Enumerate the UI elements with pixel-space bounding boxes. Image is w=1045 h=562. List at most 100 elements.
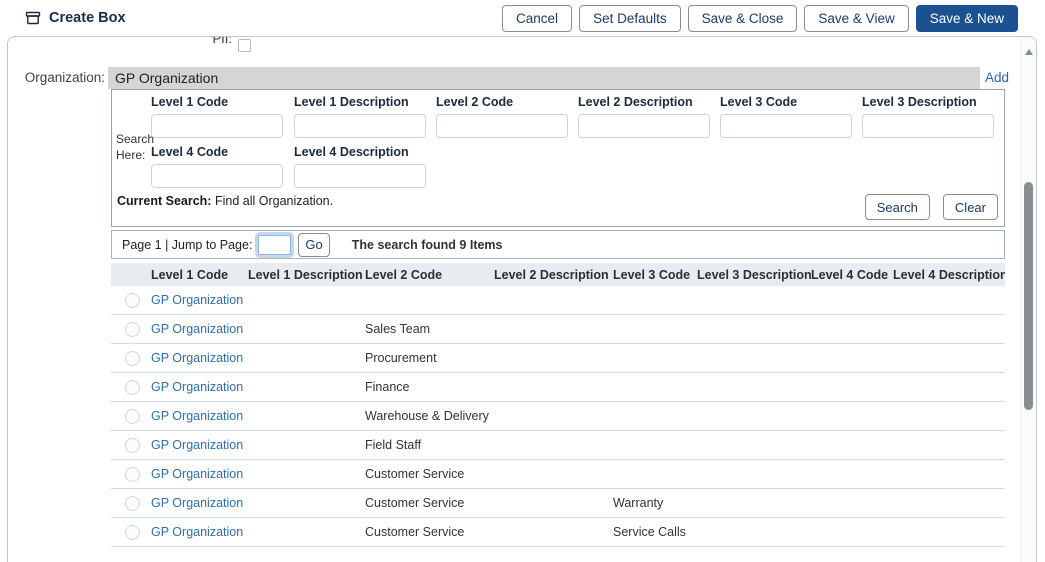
save-and-view-button[interactable]: Save & View <box>804 5 908 32</box>
jump-to-page-input[interactable] <box>258 235 291 255</box>
level1-code-link[interactable]: GP Organization <box>151 380 243 394</box>
search-actions: Search Clear <box>865 194 998 220</box>
table-row: GP Organization Warehouse & Delivery <box>111 402 1005 431</box>
field-level-2-code: Level 2 Code <box>436 95 572 138</box>
cell-level2-code: Field Staff <box>365 438 494 452</box>
field-level-2-description: Level 2 Description <box>578 95 714 138</box>
level-4-code-label: Level 4 Code <box>151 145 287 159</box>
add-link[interactable]: Add <box>985 70 1009 85</box>
row-select-radio[interactable] <box>125 525 140 540</box>
row-select-radio[interactable] <box>125 351 140 366</box>
table-row: GP Organization Customer Service Service… <box>111 518 1005 547</box>
level-3-code-label: Level 3 Code <box>720 95 856 109</box>
header-level-2-code: Level 2 Code <box>365 268 494 282</box>
set-defaults-button[interactable]: Set Defaults <box>579 5 681 32</box>
current-search-line: Current Search: Find all Organization. <box>117 194 333 208</box>
page-title-group: Create Box <box>25 10 126 26</box>
cell-level2-code: Customer Service <box>365 467 494 481</box>
form-panel: PII: Organization: GP Organization Add S… <box>7 36 1037 562</box>
table-row: GP Organization Customer Service <box>111 460 1005 489</box>
cell-level2-code: Sales Team <box>365 322 494 336</box>
page-jump-label: Page 1 | Jump to Page: <box>122 238 252 252</box>
search-panel: Search Here: Level 1 Code Level 1 Descri… <box>111 89 1005 227</box>
field-level-3-code: Level 3 Code <box>720 95 856 138</box>
level1-code-link[interactable]: GP Organization <box>151 351 243 365</box>
toolbar-buttons: Cancel Set Defaults Save & Close Save & … <box>502 5 1018 32</box>
level-4-code-input[interactable] <box>151 164 283 188</box>
results-count-text: The search found 9 Items <box>352 238 503 252</box>
table-row: GP Organization Customer Service Warrant… <box>111 489 1005 518</box>
level-1-code-input[interactable] <box>151 114 283 138</box>
level-1-code-label: Level 1 Code <box>151 95 287 109</box>
row-select-radio[interactable] <box>125 409 140 424</box>
table-row: GP Organization Sales Team <box>111 315 1005 344</box>
level-2-code-label: Level 2 Code <box>436 95 572 109</box>
cell-level2-code: Warehouse & Delivery <box>365 409 494 423</box>
row-select-radio[interactable] <box>125 496 140 511</box>
table-row: GP Organization <box>111 286 1005 315</box>
level-2-description-label: Level 2 Description <box>578 95 714 109</box>
header-level-4-description: Level 4 Description <box>893 268 1005 282</box>
level1-code-link[interactable]: GP Organization <box>151 322 243 336</box>
pii-label: PII: <box>188 36 232 46</box>
level1-code-link[interactable]: GP Organization <box>151 438 243 452</box>
row-select-radio[interactable] <box>125 467 140 482</box>
table-row: GP Organization Field Staff <box>111 431 1005 460</box>
cell-level2-code: Procurement <box>365 351 494 365</box>
level-2-description-input[interactable] <box>578 114 710 138</box>
current-search-label: Current Search: <box>117 194 211 208</box>
scrollbar-thumb[interactable] <box>1024 182 1033 410</box>
current-search-value: Find all Organization. <box>215 194 333 208</box>
organization-label: Organization: <box>8 70 105 85</box>
field-level-4-description: Level 4 Description <box>294 145 430 188</box>
table-header: Level 1 Code Level 1 Description Level 2… <box>111 263 1005 286</box>
save-and-new-button[interactable]: Save & New <box>916 5 1018 32</box>
level1-code-link[interactable]: GP Organization <box>151 409 243 423</box>
level-1-description-input[interactable] <box>294 114 426 138</box>
level1-code-link[interactable]: GP Organization <box>151 467 243 481</box>
level1-code-link[interactable]: GP Organization <box>151 496 243 510</box>
row-select-radio[interactable] <box>125 438 140 453</box>
level-3-description-input[interactable] <box>862 114 994 138</box>
level-2-code-input[interactable] <box>436 114 568 138</box>
level-4-description-label: Level 4 Description <box>294 145 430 159</box>
create-box-icon <box>25 10 41 26</box>
field-level-3-description: Level 3 Description <box>862 95 998 138</box>
row-select-radio[interactable] <box>125 293 140 308</box>
search-button[interactable]: Search <box>865 194 930 220</box>
level-1-description-label: Level 1 Description <box>294 95 430 109</box>
page-title: Create Box <box>49 10 126 26</box>
level-3-description-label: Level 3 Description <box>862 95 998 109</box>
row-select-radio[interactable] <box>125 380 140 395</box>
cancel-button[interactable]: Cancel <box>502 5 572 32</box>
cell-level2-code: Finance <box>365 380 494 394</box>
level-3-code-input[interactable] <box>720 114 852 138</box>
level1-code-link[interactable]: GP Organization <box>151 525 243 539</box>
pii-checkbox[interactable] <box>238 39 251 52</box>
pagination-bar: Page 1 | Jump to Page: Go The search fou… <box>111 230 1005 259</box>
top-toolbar: Create Box Cancel Set Defaults Save & Cl… <box>0 0 1045 36</box>
cell-level2-code: Customer Service <box>365 496 494 510</box>
save-and-close-button[interactable]: Save & Close <box>688 5 798 32</box>
go-button[interactable]: Go <box>298 233 329 257</box>
field-level-1-code: Level 1 Code <box>151 95 287 138</box>
table-body: GP Organization GP Organization Sales Te… <box>111 286 1005 547</box>
level-4-description-input[interactable] <box>294 164 426 188</box>
row-select-radio[interactable] <box>125 322 140 337</box>
header-level-1-description: Level 1 Description <box>248 268 365 282</box>
clear-button[interactable]: Clear <box>943 194 998 220</box>
scroll-up-arrow-icon[interactable] <box>1025 49 1033 55</box>
table-row: GP Organization Finance <box>111 373 1005 402</box>
field-level-1-description: Level 1 Description <box>294 95 430 138</box>
cell-level2-code: Customer Service <box>365 525 494 539</box>
cell-level3-code: Warranty <box>613 496 697 510</box>
organization-value-bar: GP Organization <box>108 67 980 89</box>
header-level-3-code: Level 3 Code <box>613 268 697 282</box>
header-level-1-code: Level 1 Code <box>151 268 248 282</box>
cell-level3-code: Service Calls <box>613 525 697 539</box>
header-level-2-description: Level 2 Description <box>494 268 613 282</box>
vertical-scrollbar[interactable] <box>1020 37 1036 562</box>
level1-code-link[interactable]: GP Organization <box>151 293 243 307</box>
table-row: GP Organization Procurement <box>111 344 1005 373</box>
field-level-4-code: Level 4 Code <box>151 145 287 188</box>
